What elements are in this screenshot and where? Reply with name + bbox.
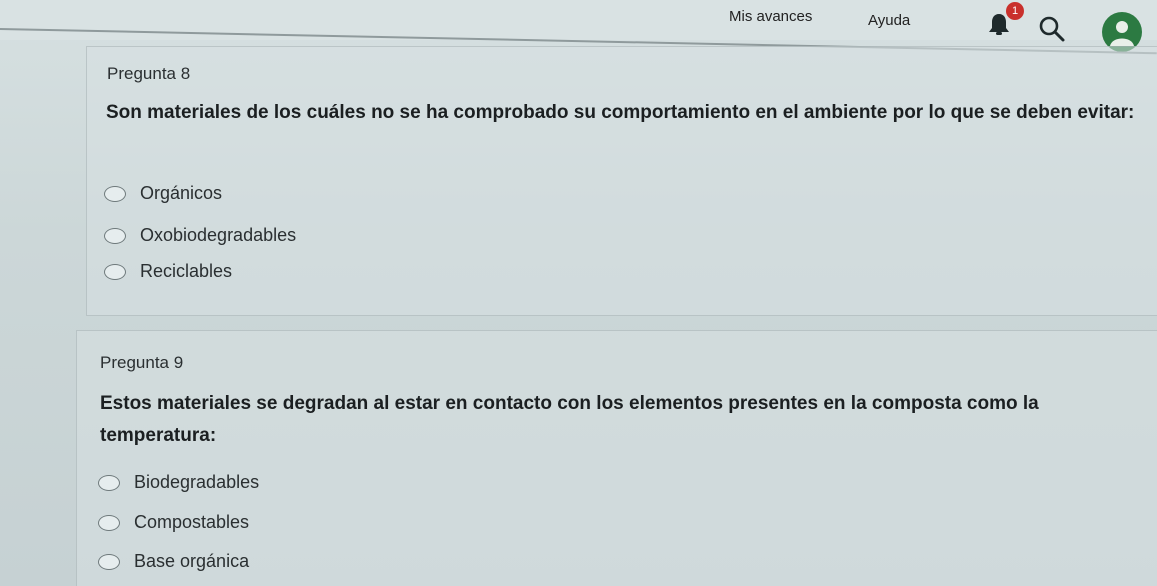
option-label: Reciclables [140,261,233,281]
top-navigation-bar: Mis avances Ayuda 1 [0,0,1157,52]
option-label: Orgánicos [140,183,223,203]
notification-badge: 1 [1006,2,1024,20]
ayuda-link[interactable]: Ayuda [868,12,910,29]
option-base-organica[interactable]: Base orgánica [98,551,249,572]
radio-button[interactable] [104,227,126,244]
question-card-8 [86,46,1157,316]
question-number: Pregunta 9 [100,353,184,372]
option-reciclables[interactable]: Reciclables [104,261,232,282]
option-biodegradables[interactable]: Biodegradables [98,472,259,493]
quiz-page: Mis avances Ayuda 1 Pregunta 8 Son mater… [0,0,1157,586]
question-card-9 [76,330,1157,586]
option-compostables[interactable]: Compostables [98,512,249,533]
radio-button[interactable] [104,263,126,280]
radio-button[interactable] [98,474,120,491]
radio-button[interactable] [104,185,126,202]
option-organicos[interactable]: Orgánicos [104,183,222,204]
mis-avances-link[interactable]: Mis avances [729,8,812,25]
option-label: Compostables [134,512,250,532]
question-number: Pregunta 8 [107,64,191,83]
radio-button[interactable] [98,553,120,570]
option-oxobiodegradables[interactable]: Oxobiodegradables [104,225,296,246]
search-icon[interactable] [1038,15,1066,43]
question-text: Son materiales de los cuáles no se ha co… [106,102,1135,123]
option-label: Biodegradables [134,472,260,492]
radio-button[interactable] [98,514,120,531]
option-label: Base orgánica [134,551,250,571]
option-label: Oxobiodegradables [140,225,297,245]
question-text: Estos materiales se degradan al estar en… [100,393,1039,446]
